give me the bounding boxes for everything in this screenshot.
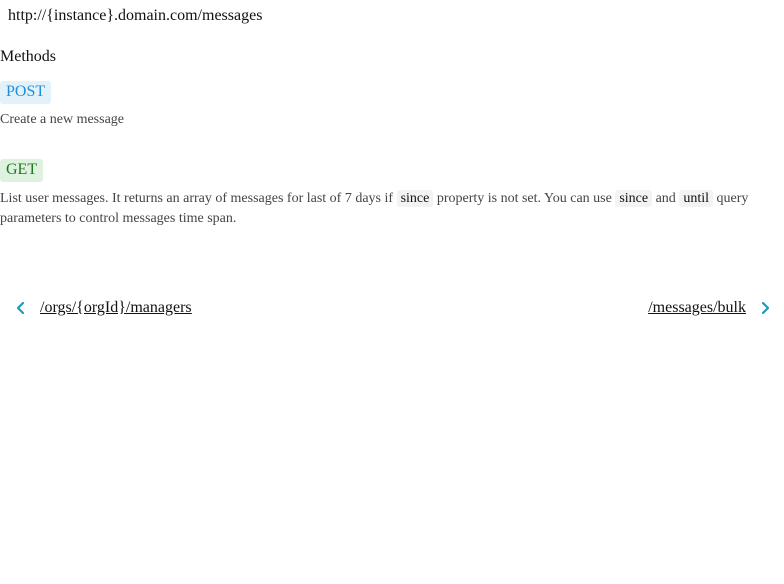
next-page-link[interactable]: /messages/bulk — [648, 299, 772, 317]
get-description-text-3: and — [652, 191, 680, 206]
code-until: until — [679, 190, 713, 207]
methods-heading: Methods — [0, 48, 56, 65]
code-since: since — [396, 190, 434, 207]
code-since: since — [615, 190, 653, 207]
get-method-badge: GET — [0, 159, 44, 182]
previous-page-link[interactable]: /orgs/{orgId}/managers — [14, 299, 192, 317]
get-description-text-1: List user messages. It returns an array … — [0, 191, 397, 206]
endpoint-url: http://{instance}.domain.com/messages — [8, 7, 263, 24]
chevron-right-icon — [761, 301, 770, 315]
get-description-text-2: property is not set. You can use — [433, 191, 616, 206]
get-method-description: List user messages. It returns an array … — [0, 189, 760, 229]
chevron-left-icon — [16, 301, 25, 315]
previous-page-label[interactable]: /orgs/{orgId}/managers — [40, 299, 192, 317]
api-doc-page: http://{instance}.domain.com/messages Me… — [0, 0, 784, 584]
post-method-badge: POST — [0, 81, 52, 104]
post-method-description: Create a new message — [0, 112, 124, 127]
next-page-label[interactable]: /messages/bulk — [648, 299, 746, 317]
